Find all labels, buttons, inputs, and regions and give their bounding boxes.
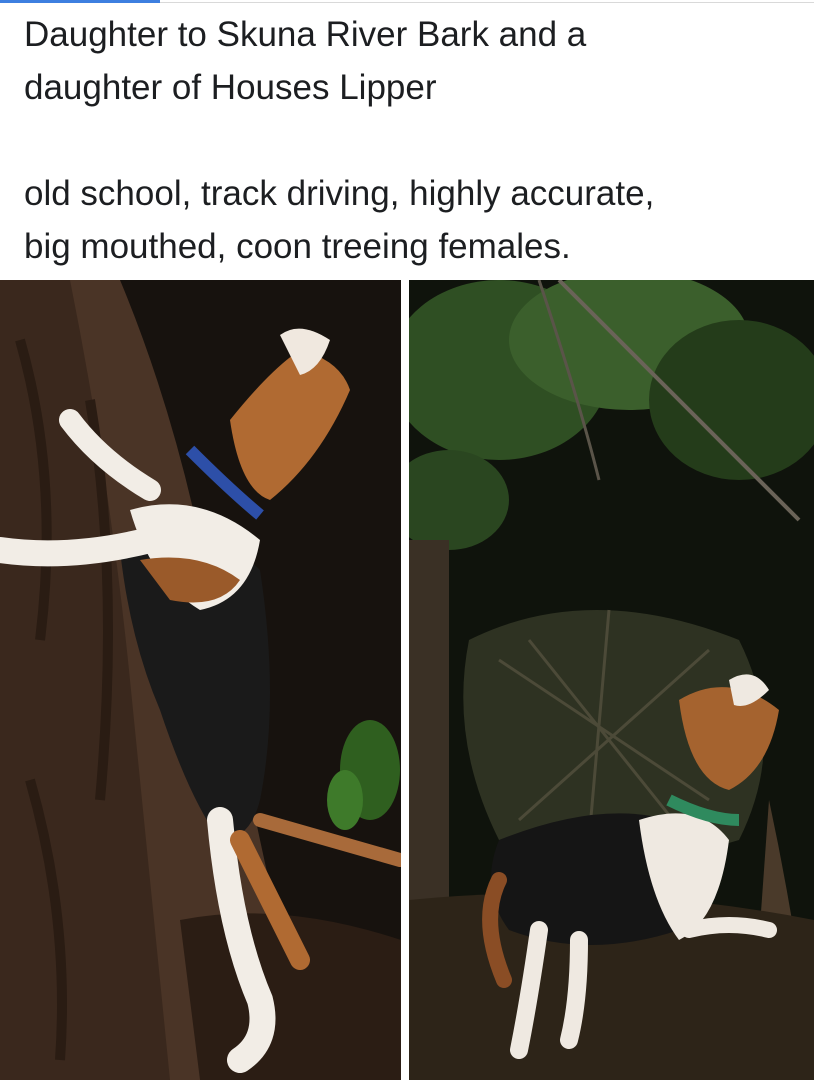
photo-gap xyxy=(401,280,409,1080)
post-photo-right[interactable] xyxy=(409,280,814,1080)
post-photo-left[interactable] xyxy=(0,280,401,1080)
hound-in-woods-image xyxy=(409,280,814,1080)
loading-progress-bar xyxy=(0,0,160,3)
caption-paragraph-2: old school, track driving, highly accura… xyxy=(24,167,804,273)
caption-line-1: Daughter to Skuna River Bark and a xyxy=(24,15,587,54)
caption-line-3: old school, track driving, highly accura… xyxy=(24,174,655,213)
caption-line-2: daughter of Houses Lipper xyxy=(24,68,437,107)
hound-on-tree-image xyxy=(0,280,401,1080)
caption-paragraph-1: Daughter to Skuna River Bark and a daugh… xyxy=(24,8,804,114)
caption-line-4: big mouthed, coon treeing females. xyxy=(24,227,571,266)
top-divider xyxy=(160,2,814,3)
post-caption: Daughter to Skuna River Bark and a daugh… xyxy=(24,8,804,273)
